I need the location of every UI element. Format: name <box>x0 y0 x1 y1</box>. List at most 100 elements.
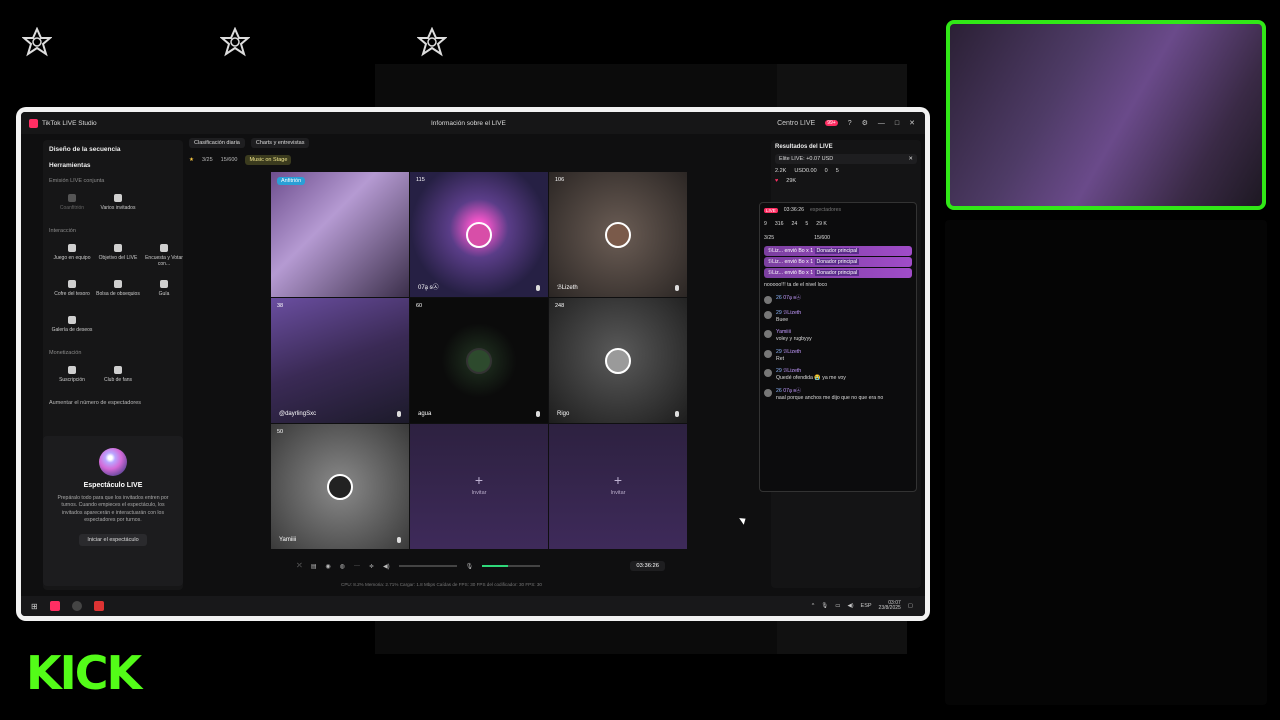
plus-icon: + <box>613 472 623 488</box>
guest-tile[interactable]: 60 agua <box>410 298 548 423</box>
close-icon: ✕ <box>908 156 913 162</box>
tool-wish-gallery[interactable]: Galería de deseos <box>49 312 95 346</box>
tool-fan-club[interactable]: Club de fans <box>95 362 141 396</box>
mic-icon[interactable]: 🎙 <box>821 603 828 609</box>
help-icon[interactable]: ? <box>848 120 852 127</box>
rank-progress: 15/600 <box>220 157 238 163</box>
guest-tile[interactable]: 50 Yamiiii <box>271 424 409 549</box>
section-label: Interacción <box>49 228 76 234</box>
live-center-link[interactable]: Centro LIVE <box>777 120 815 127</box>
app-window: TikTok LIVE Studio Información sobre el … <box>16 107 930 621</box>
mic-icon[interactable] <box>397 411 401 417</box>
invite-slot[interactable]: + Invitar <box>410 424 548 549</box>
windows-start-icon[interactable]: ⊞ <box>31 602 38 611</box>
tool-multi-guest[interactable]: Varios invitados <box>95 190 141 224</box>
chat-message: 26 07ḁ ᵴ㉦ naal porque anchos me dijo que … <box>760 385 916 405</box>
guest-tile[interactable]: 115 07ḁ ᵴ㉦ <box>410 172 548 297</box>
adjust-icon[interactable]: ≑ <box>369 563 374 570</box>
tool-guide[interactable]: Guía <box>141 276 187 310</box>
followers-stat: 5 <box>835 168 839 174</box>
star-badge-icon <box>220 27 250 57</box>
guest-tile[interactable]: 248 Rigo <box>549 298 687 423</box>
camera-icon[interactable]: ◍ <box>340 563 345 570</box>
live-show-card: Espectáculo LIVE Prepáralo todo para que… <box>43 436 183 586</box>
performance-stats: CPU: 8.2% Memoria: 2.71% Cargar: 1.8 Mbp… <box>341 582 542 587</box>
close-icon[interactable]: ✕ <box>909 119 915 127</box>
live-info-link[interactable]: Información sobre el LIVE <box>431 120 506 127</box>
notifications-icon[interactable]: ▢ <box>908 603 913 609</box>
chest-icon <box>68 280 76 288</box>
chat-stats: 9 316 24 5 29 K <box>764 221 827 227</box>
record-icon[interactable]: ◉ <box>325 563 330 570</box>
increase-viewers-link[interactable]: Aumentar el número de espectadores <box>49 400 177 406</box>
guest-name: @dayrlingSxc <box>279 411 317 417</box>
tool-team-game[interactable]: Juego en equipo <box>49 240 95 274</box>
music-on-stage-button[interactable]: Music on Stage <box>245 155 292 165</box>
tiktok-live-taskbar-icon[interactable] <box>49 601 60 611</box>
elite-live-banner[interactable]: Elite LIVE: +0.07 USD ✕ <box>775 154 917 164</box>
host-badge: Anfitrión <box>277 177 306 185</box>
mic-icon[interactable] <box>675 411 679 417</box>
guest-count: 60 <box>416 303 423 309</box>
tab-charts[interactable]: Charts y entrevistas <box>250 138 310 148</box>
guide-icon <box>160 280 168 288</box>
chat-timer: 03:36:26 <box>783 207 804 213</box>
tool-treasure-chest[interactable]: Cofre del tesoro <box>49 276 95 310</box>
mic-icon[interactable]: 🎙 <box>466 563 474 570</box>
tool-cohost[interactable]: Coanfitrión <box>49 190 95 224</box>
windows-taskbar: ⊞ ^ 🎙 ▭ ◀) ESP 03:07 23/8/2025 ▢ <box>21 596 925 616</box>
mic-icon[interactable] <box>397 537 401 543</box>
volume-icon[interactable]: ◀) <box>847 603 853 609</box>
avatar <box>764 310 772 319</box>
minimize-icon[interactable]: — <box>878 120 885 127</box>
live-chat-window[interactable]: LIVE 03:36:26 espectadores 9 316 24 5 29 K 3… <box>759 202 917 492</box>
network-icon[interactable]: ▭ <box>835 603 840 609</box>
more-icon[interactable]: ··· <box>354 563 360 569</box>
tiktok-logo-icon <box>29 118 38 128</box>
tools-sidebar: Diseño de la secuencia Herramientas Emis… <box>43 140 183 590</box>
tab-daily-ranking[interactable]: Clasificación diaria <box>189 138 245 148</box>
chat-message: nooooo!!! ta de el nivel loco <box>764 282 828 288</box>
cohost-icon <box>68 194 76 202</box>
settings-icon[interactable]: ⚙ <box>862 119 868 127</box>
tool-subscription[interactable]: Suscripción <box>49 362 95 396</box>
chevron-up-icon[interactable]: ^ <box>812 603 815 609</box>
layout-icon[interactable]: ▤ <box>311 563 317 570</box>
maximize-icon[interactable]: □ <box>895 120 899 127</box>
speaker-icon[interactable]: ◀) <box>383 563 390 570</box>
chat-message: 29 ℬLizeth Ret <box>760 346 916 366</box>
mic-icon[interactable] <box>536 411 540 417</box>
live-timer: 03:36:26 <box>630 561 665 571</box>
tool-live-goal[interactable]: Objetivo del LIVE <box>95 240 141 274</box>
title-bar: TikTok LIVE Studio Información sobre el … <box>21 112 925 134</box>
mic-icon[interactable] <box>536 285 540 291</box>
obs-taskbar-icon[interactable] <box>71 601 82 611</box>
speaker-volume-slider[interactable] <box>398 565 457 567</box>
app-taskbar-icon[interactable] <box>93 601 104 611</box>
avatar <box>764 369 772 378</box>
notification-badge[interactable]: 99+ <box>825 120 838 126</box>
guest-count: 248 <box>555 303 565 309</box>
tools-title[interactable]: Herramientas <box>49 162 177 169</box>
tool-poll[interactable]: Encuesta y Votar con... <box>141 240 187 274</box>
guest-tile[interactable]: 106 ℬLizeth <box>549 172 687 297</box>
heart-icon <box>114 366 122 374</box>
mic-icon[interactable] <box>675 285 679 291</box>
scene-design-tab[interactable]: Diseño de la secuencia <box>49 146 177 153</box>
goal-progress: 3/25 <box>201 157 213 163</box>
guest-tile[interactable]: Anfitrión <box>271 172 409 297</box>
effects-icon[interactable]: ⤫ <box>297 563 302 570</box>
viewers-stat: 2.2K <box>775 168 787 174</box>
app-title: TikTok LIVE Studio <box>42 119 97 127</box>
invite-slot[interactable]: + Invitar <box>549 424 687 549</box>
system-tray: ^ 🎙 ▭ ◀) ESP 03:07 23/8/2025 ▢ <box>812 600 913 612</box>
start-show-button[interactable]: Iniciar el espectáculo <box>79 534 147 547</box>
chat-mini-stats: 3/25 15/600 <box>764 235 830 241</box>
chat-message: 26 07ḁ ᵴ㉦ <box>760 292 916 307</box>
heart-icon: ♥ <box>775 178 779 184</box>
language-indicator[interactable]: ESP <box>861 603 872 609</box>
guest-tile[interactable]: 38 @dayrlingSxc <box>271 298 409 423</box>
clock[interactable]: 03:07 23/8/2025 <box>879 600 901 612</box>
mic-volume-slider[interactable] <box>482 565 541 567</box>
tool-gift-bag[interactable]: Bolsa de obsequios <box>95 276 141 310</box>
